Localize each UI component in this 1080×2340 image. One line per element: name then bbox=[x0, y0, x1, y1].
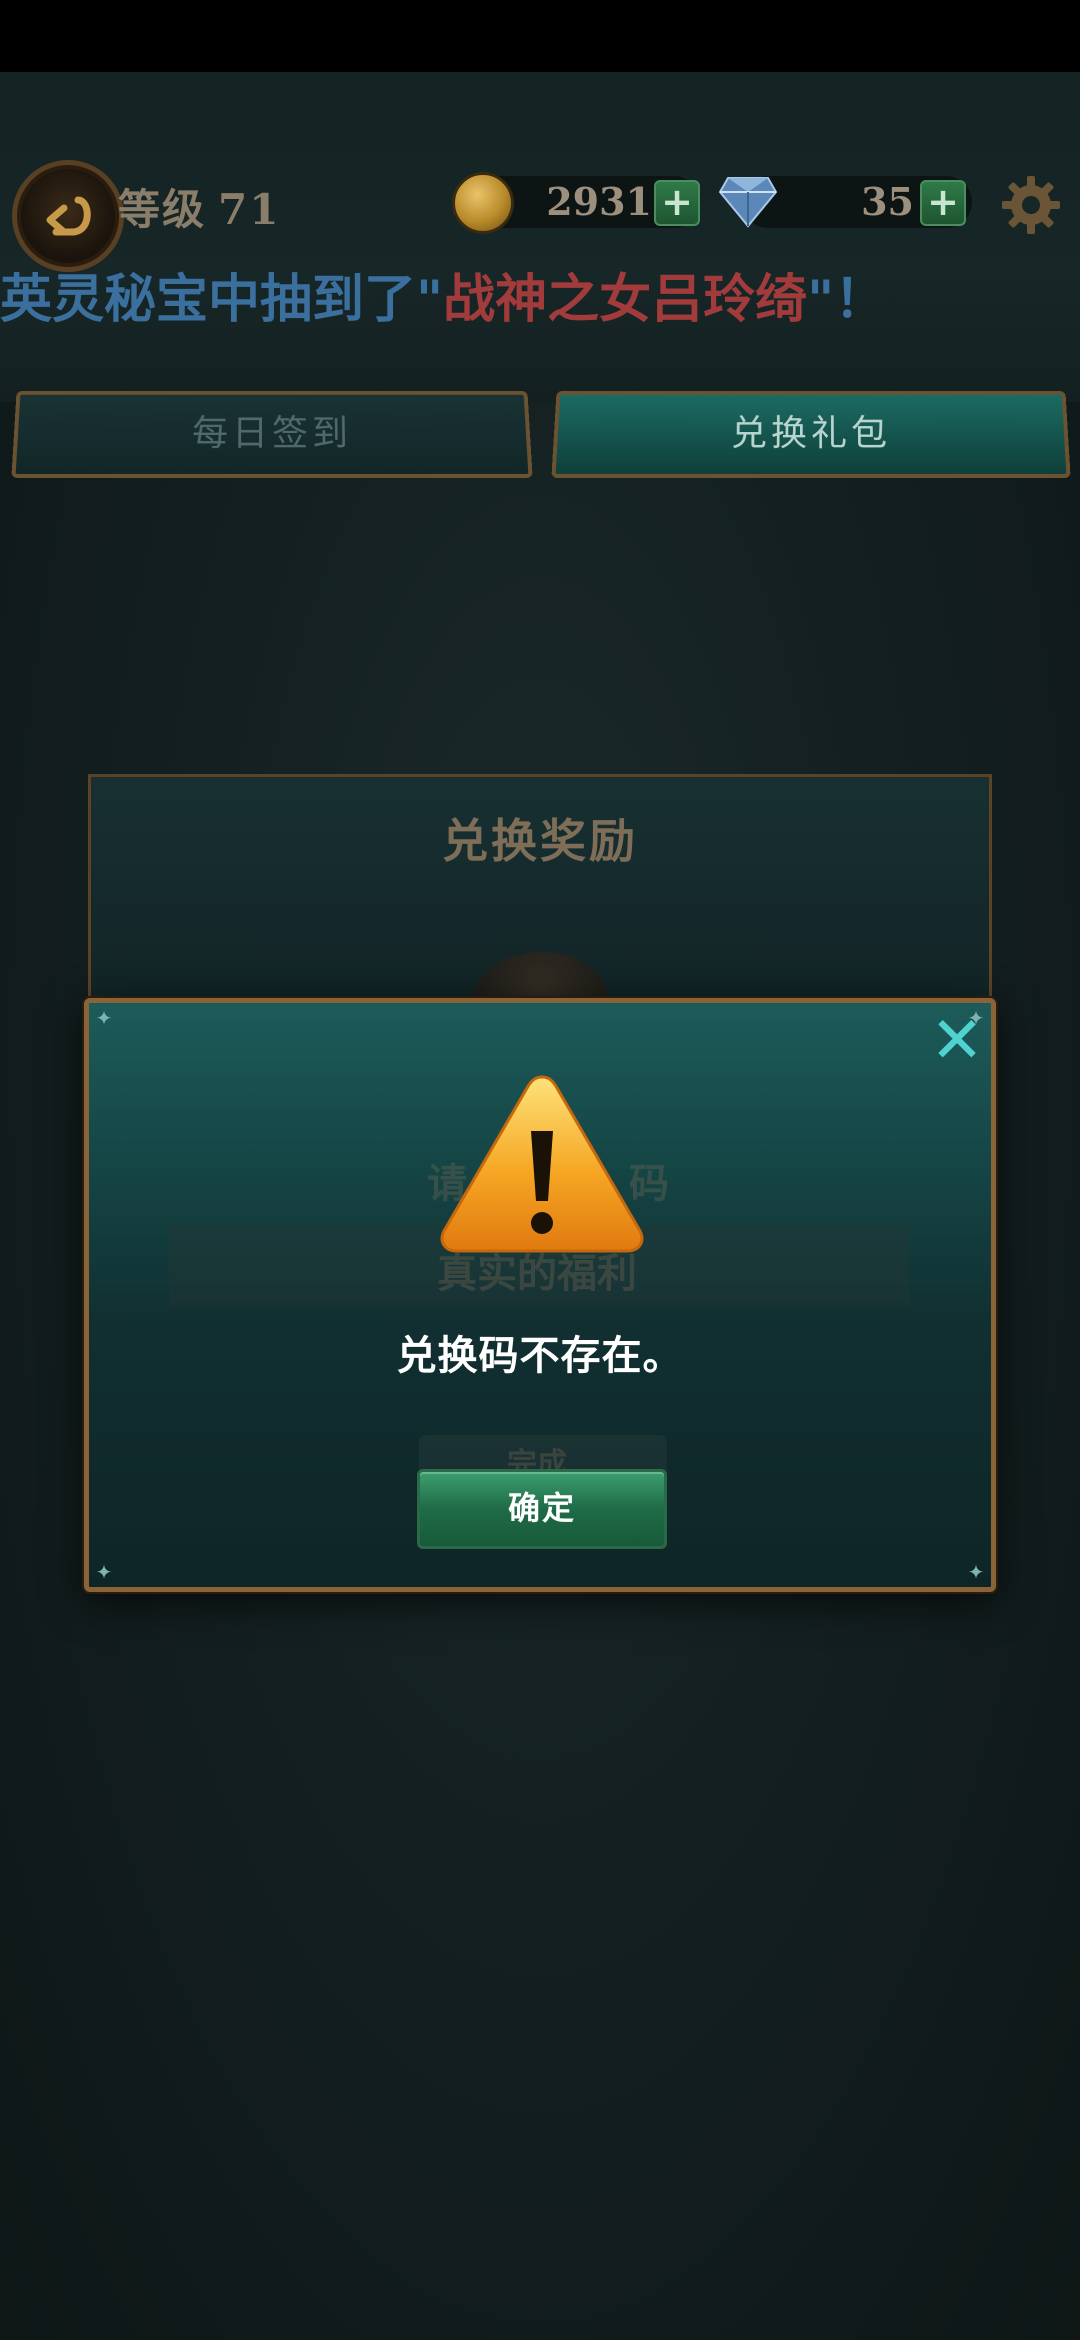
diamond-icon bbox=[718, 177, 778, 228]
announcement-marquee: 英灵秘宝中抽到了"战神之女吕玲绮"！ bbox=[0, 270, 1080, 330]
status-bar bbox=[0, 0, 1080, 72]
tab-daily-checkin[interactable]: 每日签到 bbox=[11, 390, 533, 479]
add-coins-button[interactable]: + bbox=[654, 180, 700, 226]
confirm-button[interactable]: 确定 bbox=[417, 1469, 667, 1549]
marquee-prefix: 英灵秘宝中抽到了" bbox=[0, 270, 444, 330]
add-gems-button[interactable]: + bbox=[920, 180, 966, 226]
level-value: 71 bbox=[218, 185, 281, 234]
back-button[interactable] bbox=[12, 160, 124, 272]
hud-background bbox=[0, 72, 1080, 402]
player-level: 等级 71 bbox=[118, 176, 280, 237]
gear-icon[interactable] bbox=[1000, 174, 1062, 236]
corner-ornament-icon: ✦ bbox=[95, 1006, 113, 1030]
level-label: 等级 bbox=[118, 185, 207, 234]
marquee-suffix: "！ bbox=[807, 270, 887, 330]
warning-triangle-icon bbox=[440, 1075, 644, 1253]
back-arrow-icon bbox=[46, 196, 91, 236]
tab-redeem-gift[interactable]: 兑换礼包 bbox=[551, 390, 1071, 479]
error-dialog: ✦ ✦ ✦ ✦ ✕ 请 码 真实的福利 完成 兑换码不存在。 确定 bbox=[84, 998, 996, 1592]
coin-icon bbox=[452, 172, 514, 234]
marquee-highlight: 战神之女吕玲绮 bbox=[443, 270, 808, 330]
redeem-panel-title: 兑换奖励 bbox=[442, 814, 638, 868]
gem-amount: 35 bbox=[861, 179, 914, 224]
close-icon[interactable]: ✕ bbox=[927, 1009, 987, 1073]
corner-ornament-icon: ✦ bbox=[95, 1560, 113, 1584]
error-message: 兑换码不存在。 bbox=[396, 1333, 684, 1379]
coin-amount: 2931 bbox=[546, 179, 652, 224]
corner-ornament-icon: ✦ bbox=[967, 1560, 985, 1584]
